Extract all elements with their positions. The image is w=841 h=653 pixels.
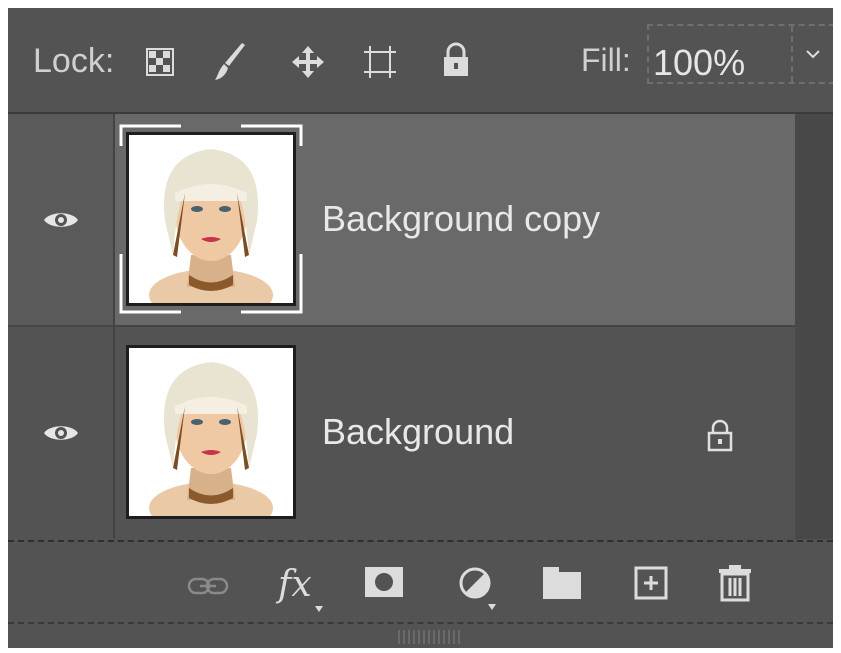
link-layers-icon[interactable] (186, 574, 230, 598)
panel-divider (8, 622, 833, 624)
adjustment-layer-icon[interactable] (458, 566, 498, 612)
layers-bottom-toolbar: fx (8, 540, 833, 648)
lock-position-icon[interactable] (290, 44, 326, 80)
layer-name[interactable]: Background (322, 411, 514, 453)
chevron-down-icon (806, 50, 820, 59)
resize-grip[interactable] (398, 630, 460, 644)
layer-thumbnail[interactable] (126, 345, 296, 519)
visibility-toggle[interactable] (8, 114, 115, 325)
lock-image-pixels-icon[interactable] (213, 42, 249, 82)
fill-label: Fill: (581, 42, 631, 78)
fill-dropdown-button[interactable] (793, 26, 833, 82)
lock-transparent-pixels-icon[interactable] (146, 48, 174, 76)
layers-panel: Lock: Fill: 100% Background copy Backgro… (8, 8, 833, 648)
layer-name[interactable]: Background copy (322, 198, 600, 240)
lock-fill-row: Lock: Fill: 100% (8, 8, 833, 114)
portrait-thumbnail-image (129, 348, 293, 516)
fill-value[interactable]: 100% (653, 42, 745, 84)
lock-all-icon[interactable] (441, 42, 471, 78)
eye-icon (44, 426, 78, 440)
layer-row-background-copy[interactable]: Background copy (8, 114, 795, 325)
fx-icon[interactable]: fx (278, 564, 312, 605)
layer-mask-icon[interactable] (364, 566, 404, 598)
scrollbar-track[interactable] (795, 114, 833, 539)
trash-icon[interactable] (718, 564, 752, 602)
fx-dropdown-indicator-icon (315, 606, 323, 612)
new-layer-icon[interactable] (634, 566, 668, 600)
group-folder-icon[interactable] (542, 566, 582, 600)
visibility-toggle[interactable] (8, 327, 115, 538)
lock-artboard-icon[interactable] (362, 44, 398, 80)
layer-locked-icon[interactable] (706, 419, 734, 453)
lock-label: Lock: (33, 42, 115, 80)
layer-row-background[interactable]: Background (8, 325, 795, 538)
eye-icon (44, 213, 78, 227)
portrait-thumbnail-image (129, 135, 293, 303)
layer-thumbnail[interactable] (126, 132, 296, 306)
